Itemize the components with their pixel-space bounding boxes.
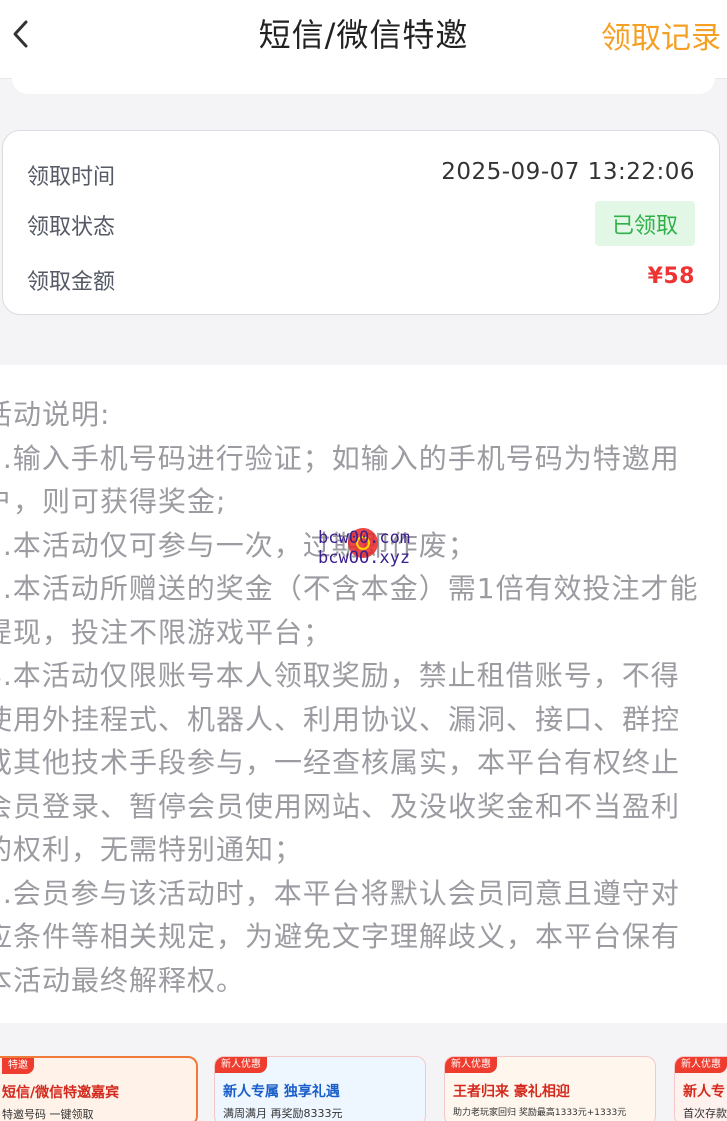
description-heading: 活动说明: <box>0 398 111 431</box>
banner-tag: 新人优惠 <box>445 1057 497 1073</box>
description-line: 使用外挂程式、机器人、利用协议、漏洞、接口、群控 <box>0 702 681 736</box>
banner-tag: 特邀 <box>2 1058 34 1074</box>
promo-banner-strip: 特邀 短信/微信特邀嘉宾 特邀号码 一键领取 新人优惠 新人专属 独享礼遇 满周… <box>0 1040 727 1121</box>
claim-time-label: 领取时间 <box>27 165 116 190</box>
promo-banner-invite[interactable]: 特邀 短信/微信特邀嘉宾 特邀号码 一键领取 <box>0 1056 198 1121</box>
claim-amount-label: 领取金额 <box>27 270 116 295</box>
watermark-text-1: bcw00.com <box>318 528 411 548</box>
description-line: 3.本活动所赠送的奖金（不含本金）需1倍有效投注才能 <box>0 572 699 605</box>
claim-time-value: 2025-09-07 13:22:06 <box>441 159 695 185</box>
description-line: 户，则可获得奖金; <box>0 485 227 518</box>
banner-subtitle: 特邀号码 一键领取 <box>2 1108 94 1121</box>
header-card-bottom <box>12 78 715 94</box>
banner-tag: 新人优惠 <box>215 1057 267 1073</box>
banner-title: 新人专 <box>683 1084 725 1100</box>
claim-status-row: 领取状态 已领取 <box>27 201 695 246</box>
promo-banner-new-user-2[interactable]: 新人优惠 新人专 首次存款赠 <box>674 1056 727 1121</box>
banner-subtitle: 满周满月 再奖励8333元 <box>223 1107 343 1120</box>
top-nav-bar: 短信/微信特邀 领取记录 <box>0 0 727 79</box>
banner-title: 短信/微信特邀嘉宾 <box>2 1085 120 1101</box>
status-badge: 已领取 <box>595 201 695 246</box>
banner-subtitle: 助力老玩家回归 奖励最高1333元+1333元 <box>453 1108 627 1118</box>
banner-subtitle: 首次存款赠 <box>683 1107 727 1120</box>
banner-title: 王者归来 豪礼相迎 <box>453 1084 570 1100</box>
description-line: 会员登录、暂停会员使用网站、及没收奖金和不当盈利 <box>0 789 681 823</box>
watermark: bcw00.com bcwOO.xyz <box>318 526 424 570</box>
description-line: 本活动最终解释权。 <box>0 963 246 997</box>
description-line: 4.本活动仅限账号本人领取奖励，禁止租借账号，不得 <box>0 659 680 692</box>
claim-records-link[interactable]: 领取记录 <box>601 13 721 57</box>
watermark-text-2: bcwOO.xyz <box>318 548 411 568</box>
promo-banner-return[interactable]: 新人优惠 王者归来 豪礼相迎 助力老玩家回归 奖励最高1333元+1333元 <box>444 1056 656 1121</box>
description-line: 5.会员参与该活动时，本平台将默认会员同意且遵守对 <box>0 876 680 910</box>
description-line: 的权利，无需特别通知； <box>0 833 304 866</box>
description-line: 或其他技术手段参与，一经查核属实，本平台有权终止 <box>0 746 681 779</box>
banner-tag: 新人优惠 <box>675 1057 727 1073</box>
description-line: 提现，投注不限游戏平台； <box>0 615 333 649</box>
claim-status-label: 领取状态 <box>27 215 116 240</box>
banner-title: 新人专属 独享礼遇 <box>223 1084 340 1100</box>
claim-time-row: 领取时间 2025-09-07 13:22:06 <box>27 151 695 195</box>
claim-amount-row: 领取金额 ¥58 <box>27 256 695 300</box>
promo-banner-new-user[interactable]: 新人优惠 新人专属 独享礼遇 满周满月 再奖励8333元 <box>214 1056 426 1121</box>
claim-record-card: 领取时间 2025-09-07 13:22:06 领取状态 已领取 领取金额 ¥… <box>2 130 720 315</box>
claim-amount-value: ¥58 <box>647 264 695 289</box>
activity-description: 活动说明: 1.输入手机号码进行验证；如输入的手机号码为特邀用 户，则可获得奖金… <box>0 365 727 1023</box>
description-line: 1.输入手机号码进行验证；如输入的手机号码为特邀用 <box>0 441 680 475</box>
description-line: 应条件等相关规定，为避免文字理解歧义，本平台保有 <box>0 920 681 953</box>
